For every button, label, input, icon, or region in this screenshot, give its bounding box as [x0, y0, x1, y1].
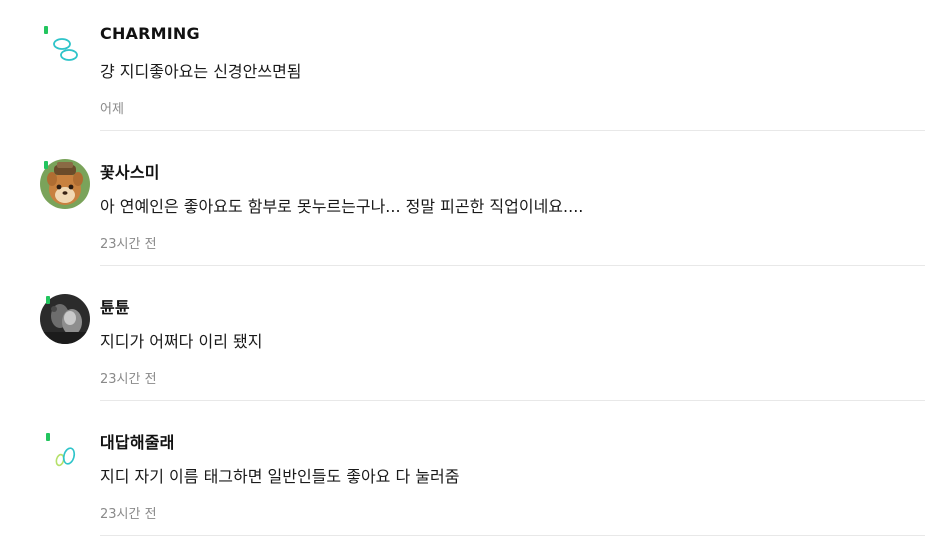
- comment-item: CHARMING 걍 지디좋아요는 신경안쓰면됨 어제: [0, 0, 925, 135]
- avatar[interactable]: [40, 294, 92, 346]
- comment-list: CHARMING 걍 지디좋아요는 신경안쓰면됨 어제 꽃사스미 아 연예인은 …: [0, 0, 925, 545]
- comment-text: 걍 지디좋아요는 신경안쓰면됨: [100, 62, 302, 81]
- comment-divider: [100, 400, 925, 401]
- default-bubbles-avatar-icon: [40, 24, 90, 74]
- comment-timestamp: 23시간 전: [100, 237, 157, 252]
- level-badge-icon: [46, 296, 50, 304]
- comment-divider: [100, 130, 925, 131]
- comment-timestamp: 23시간 전: [100, 372, 157, 387]
- comment-text: 지디 자기 이름 태그하면 일반인들도 좋아요 다 눌러줌: [100, 467, 460, 486]
- comment-username[interactable]: CHARMING: [100, 24, 200, 43]
- comment-item: 튠튠 지디가 어쩌다 이리 됐지 23시간 전: [0, 270, 925, 405]
- comment-username[interactable]: 대답해줄래: [100, 429, 175, 453]
- comment-text: 지디가 어쩌다 이리 됐지: [100, 332, 263, 351]
- comment-username[interactable]: 튠튠: [100, 294, 130, 318]
- avatar[interactable]: [40, 24, 92, 76]
- avatar[interactable]: [40, 159, 92, 211]
- comment-timestamp: 23시간 전: [100, 507, 157, 522]
- comment-item: 대답해줄래 지디 자기 이름 태그하면 일반인들도 좋아요 다 눌러줌 23시간…: [0, 405, 925, 540]
- level-badge-icon: [44, 161, 48, 169]
- comment-divider: [100, 535, 925, 536]
- comment-divider: [100, 265, 925, 266]
- default-bubbles-avatar-icon: [40, 429, 90, 479]
- avatar[interactable]: [40, 429, 92, 481]
- comment-username[interactable]: 꽃사스미: [100, 159, 160, 183]
- comment-item: 꽃사스미 아 연예인은 좋아요도 함부로 못누르는구나... 정말 피곤한 직업…: [0, 135, 925, 270]
- comment-text: 아 연예인은 좋아요도 함부로 못누르는구나... 정말 피곤한 직업이네요..…: [100, 197, 584, 216]
- comment-timestamp: 어제: [100, 102, 124, 117]
